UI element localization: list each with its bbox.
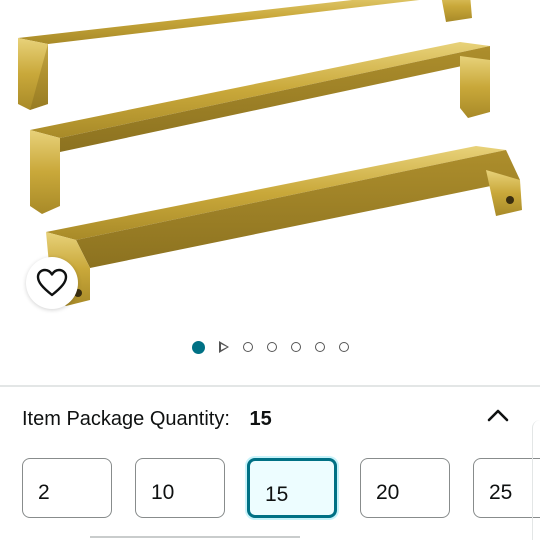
- quantity-options: 2 10 15 20 25: [22, 458, 540, 520]
- quantity-header: Item Package Quantity: 15: [22, 408, 272, 431]
- quantity-option-label: 10: [151, 481, 175, 504]
- add-to-wishlist-button[interactable]: [26, 257, 78, 309]
- carousel-dot[interactable]: [242, 342, 253, 352]
- quantity-option[interactable]: 20: [360, 458, 450, 518]
- image-carousel-indicator: [0, 338, 540, 356]
- carousel-dot-active[interactable]: [191, 340, 205, 354]
- quantity-option-selected[interactable]: 15: [247, 458, 337, 518]
- quantity-label: Item Package Quantity:: [22, 408, 230, 430]
- side-panel-edge: [532, 420, 540, 540]
- carousel-dot[interactable]: [290, 342, 301, 352]
- collapse-quantity-button[interactable]: [484, 402, 512, 430]
- quantity-option[interactable]: 25: [473, 458, 540, 518]
- quantity-option[interactable]: 10: [135, 458, 225, 518]
- quantity-option-label: 20: [376, 481, 400, 504]
- quantity-option-label: 25: [489, 481, 513, 504]
- section-divider: [90, 536, 300, 538]
- carousel-dot[interactable]: [314, 342, 325, 352]
- quantity-option[interactable]: 2: [22, 458, 112, 518]
- quantity-option-label: 2: [38, 481, 50, 504]
- video-play-icon[interactable]: [218, 341, 229, 353]
- quantity-option-label: 15: [265, 483, 289, 506]
- section-divider: [0, 385, 540, 387]
- heart-outline-icon: [36, 268, 68, 297]
- quantity-selected-value: 15: [249, 408, 272, 430]
- carousel-dot[interactable]: [266, 342, 277, 352]
- product-image[interactable]: [0, 0, 540, 325]
- gold-cabinet-handles-image: [18, 0, 522, 306]
- chevron-up-icon: [487, 409, 509, 422]
- carousel-dot[interactable]: [338, 342, 349, 352]
